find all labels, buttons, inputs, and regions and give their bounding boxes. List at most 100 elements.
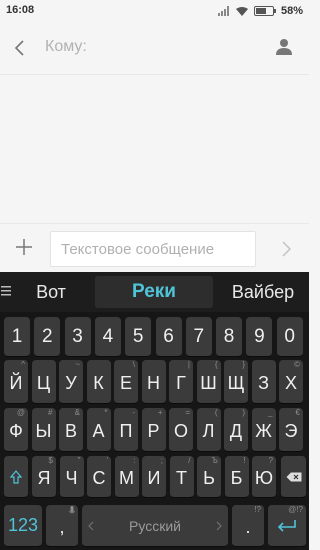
key-5-label: 5	[132, 325, 144, 347]
keyboard: Вот Реки Вайбер 123 , Русский !? . @!? 1…	[0, 272, 309, 550]
key-row2-6-label: О	[173, 420, 188, 441]
suggestion-right[interactable]: Вайбер	[218, 276, 308, 308]
key-row2-4[interactable]: -П	[114, 408, 138, 452]
enter-icon	[277, 519, 296, 532]
shift-icon	[10, 469, 22, 484]
key-row2-9[interactable]: _ Ж	[251, 408, 276, 452]
key-row2-2-hint: &	[74, 408, 80, 417]
key-row2-0-label: Ф	[9, 420, 23, 441]
key-row2-10-label: Э	[284, 420, 298, 441]
key-row1-10-label: Х	[284, 372, 297, 393]
key-row3-5[interactable]: / Т	[169, 456, 194, 498]
key-7[interactable]: 7	[185, 317, 212, 357]
key-row3-8[interactable]: ? Ю	[252, 456, 276, 498]
key-row1-7[interactable]: {Ш	[196, 360, 221, 404]
suggestion-center[interactable]: Реки	[95, 276, 213, 308]
key-row1-4[interactable]: \ Е	[114, 360, 138, 404]
key-row2-3[interactable]: * А	[86, 408, 111, 452]
send-arrow-icon[interactable]	[279, 238, 295, 260]
key-row1-9[interactable]: З	[251, 360, 276, 404]
key-row2-4-label: П	[119, 420, 133, 441]
key-row3-5-hint: /	[188, 456, 191, 465]
comma-key[interactable]: ,	[46, 505, 78, 547]
back-arrow-icon[interactable]	[10, 37, 30, 59]
key-row2-2-label: В	[64, 420, 77, 441]
key-row2-5[interactable]: + Р	[141, 408, 166, 452]
key-5[interactable]: 5	[125, 317, 152, 357]
key-row1-2[interactable]: ~ У	[59, 360, 83, 404]
conversation-area	[0, 75, 309, 223]
battery-percent: 58%	[280, 5, 303, 17]
key-row2-5-hint: +	[157, 408, 163, 417]
mic-icon	[69, 506, 75, 517]
key-row1-8[interactable]: } Щ	[224, 360, 248, 404]
key-1[interactable]: 1	[4, 317, 30, 357]
key-row3-0-hint: $	[48, 456, 53, 465]
key-row1-2-label: У	[65, 372, 77, 393]
enter-key[interactable]: @!?	[268, 505, 306, 547]
key-row3-1-label: Ч	[65, 467, 78, 488]
key-row2-3-hint: *	[104, 408, 108, 417]
period-key[interactable]: !? .	[232, 505, 264, 547]
suggestion-left[interactable]: Вот	[12, 276, 90, 308]
key-row2-4-hint: -	[132, 408, 135, 417]
backspace-icon	[286, 472, 301, 481]
key-row3-7[interactable]: ! Б	[224, 456, 249, 498]
comma-label: ,	[59, 516, 65, 537]
key-2[interactable]: 2	[34, 317, 61, 357]
key-row2-10[interactable]: € Э	[279, 408, 303, 452]
key-6[interactable]: 6	[155, 317, 182, 357]
key-row3-8-hint: ?	[268, 456, 273, 465]
contact-icon[interactable]	[273, 36, 295, 58]
key-row2-7[interactable]: (Л	[196, 408, 221, 452]
key-row1-5[interactable]: Н	[141, 360, 166, 404]
key-row2-2[interactable]: & В	[59, 408, 83, 452]
key-row3-0-label: Я	[37, 467, 51, 488]
key-row2-6[interactable]: = О	[169, 408, 193, 452]
wifi-icon	[235, 6, 248, 16]
key-8[interactable]: 8	[216, 317, 243, 357]
key-row2-8-hint: )	[242, 408, 245, 417]
key-row3-2[interactable]: ' С	[87, 456, 111, 498]
key-row3-1[interactable]: " Ч	[59, 456, 84, 498]
key-row1-10[interactable]: © Х	[279, 360, 303, 404]
key-row3-4-hint: ;	[160, 456, 163, 465]
key-row2-5-label: Р	[147, 420, 160, 441]
key-row3-7-label: Б	[230, 467, 243, 488]
status-bar: 16:08 58%	[0, 0, 309, 22]
space-label: Русский	[129, 517, 181, 534]
key-3-label: 3	[72, 325, 83, 347]
menu-icon[interactable]	[1, 283, 11, 299]
key-row1-3[interactable]: К	[86, 360, 111, 404]
key-row3-4[interactable]: ; И	[142, 456, 166, 498]
chevron-left-icon	[88, 521, 94, 531]
key-row3-3[interactable]: :М	[114, 456, 139, 498]
numbers-mode-key[interactable]: 123	[4, 505, 42, 547]
chevron-right-icon	[216, 521, 222, 531]
key-row2-1[interactable]: # Ы	[31, 408, 56, 452]
key-row1-0[interactable]: ^ Й	[4, 360, 28, 404]
key-7-label: 7	[193, 325, 205, 347]
period-label: .	[245, 516, 251, 537]
key-row2-8[interactable]: ) Д	[224, 408, 248, 452]
key-row2-0[interactable]: @ Ф	[4, 408, 28, 452]
key-row3-0[interactable]: $ Я	[32, 456, 56, 498]
key-row2-0-hint: @	[16, 408, 25, 417]
key-3[interactable]: 3	[64, 317, 91, 357]
key-row1-8-label: Щ	[227, 372, 245, 393]
compose-bar: Текстовое сообщение	[0, 223, 309, 273]
key-row2-10-hint: €	[295, 408, 300, 417]
message-input[interactable]: Текстовое сообщение	[50, 231, 256, 267]
space-key[interactable]: Русский	[82, 505, 228, 547]
shift-key[interactable]	[4, 456, 28, 498]
key-row1-8-hint: }	[242, 360, 245, 369]
attach-plus-icon[interactable]	[14, 237, 34, 257]
key-row1-1[interactable]: Ц	[31, 360, 56, 404]
recipient-field[interactable]: Кому:	[45, 38, 87, 56]
key-9[interactable]: 9	[246, 317, 273, 357]
key-4[interactable]: 4	[94, 317, 121, 357]
key-row3-6[interactable]: ЪЬ	[197, 456, 221, 498]
key-0[interactable]: 0	[276, 317, 303, 357]
key-row1-6[interactable]: | Г	[169, 360, 193, 404]
backspace-key[interactable]	[281, 456, 306, 498]
